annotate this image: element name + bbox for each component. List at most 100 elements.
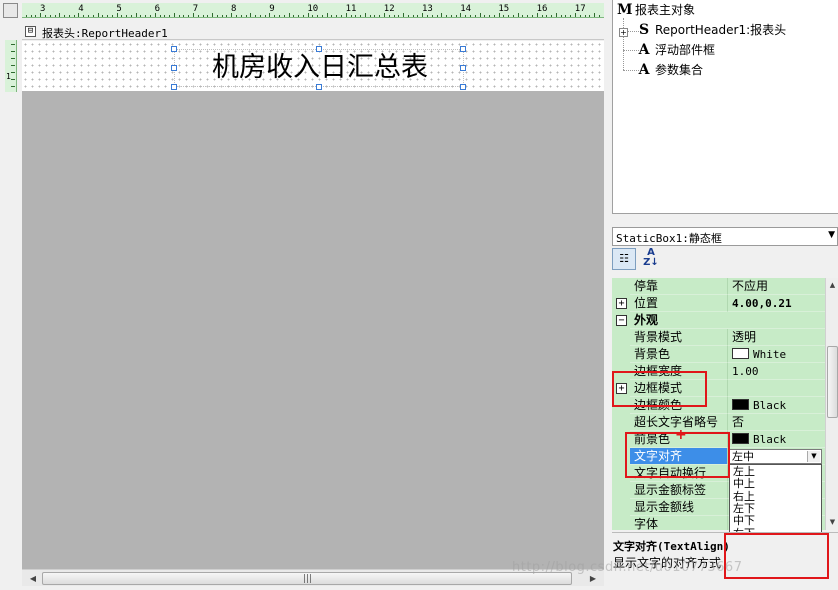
vertical-scroll-thumb[interactable] xyxy=(827,346,838,418)
ruler-number: 14 xyxy=(460,4,472,14)
scroll-up-arrow-icon[interactable]: ▲ xyxy=(827,280,838,291)
property-gutter xyxy=(612,346,630,363)
ruler-tick xyxy=(293,15,295,17)
static-box-title[interactable]: 机房收入日汇总表 xyxy=(174,49,464,87)
report-header-band[interactable]: 机房收入日汇总表 xyxy=(22,41,604,91)
property-gutter xyxy=(612,278,630,295)
design-canvas-empty-area[interactable] xyxy=(22,91,604,569)
expand-icon[interactable]: + xyxy=(616,298,627,309)
align-option[interactable]: 中上 xyxy=(731,478,820,490)
property-value[interactable] xyxy=(727,380,825,397)
property-row[interactable]: 背景模式 透明 xyxy=(612,329,825,346)
ruler-tick xyxy=(407,15,409,17)
property-gutter: + xyxy=(612,295,630,312)
ruler-tick xyxy=(11,86,15,87)
scroll-grip: ||| xyxy=(303,574,313,584)
ruler-tick xyxy=(11,44,15,45)
ruler-number: 12 xyxy=(383,4,395,14)
ruler-tick xyxy=(589,15,591,17)
ruler-tick xyxy=(44,15,46,17)
ruler-tick xyxy=(126,15,128,17)
ruler-tick xyxy=(374,15,376,17)
object-selector-dropdown[interactable]: StaticBox1:静态框 ▼ xyxy=(612,227,838,246)
property-row[interactable]: 超长文字省略号否 xyxy=(612,414,825,431)
align-option[interactable]: 左上 xyxy=(731,466,820,478)
tree-node-parameters[interactable]: A 参数集合 xyxy=(637,61,703,79)
tree-node-report-header[interactable]: S ReportHeader1:报表头 xyxy=(637,21,786,39)
scroll-down-arrow-icon[interactable]: ▼ xyxy=(827,517,838,528)
horizontal-scroll-thumb[interactable]: ||| xyxy=(42,572,572,585)
property-gutter xyxy=(612,482,630,499)
ruler-tick xyxy=(388,15,390,17)
ruler-tick xyxy=(336,15,338,17)
property-row[interactable]: − 外观 xyxy=(612,312,825,329)
report-title-text: 机房收入日汇总表 xyxy=(212,52,428,83)
ruler-tick xyxy=(226,15,228,17)
property-name: 背景色 xyxy=(630,346,727,363)
property-row[interactable]: 停靠 不应用 xyxy=(612,278,825,295)
ruler-number: 7 xyxy=(192,4,199,14)
categorized-view-button[interactable]: ☷ xyxy=(612,248,636,270)
tree-node-main-object[interactable]: M 报表主对象 xyxy=(617,1,695,19)
tree-expand-icon[interactable]: + xyxy=(619,28,628,37)
property-row[interactable]: 背景色 White xyxy=(612,346,825,363)
resize-handle-bottom-right[interactable] xyxy=(460,84,466,90)
ruler-tick xyxy=(560,15,562,17)
property-row[interactable]: + 位置 4.00,0.21 xyxy=(612,295,825,312)
ruler-tick xyxy=(255,15,257,17)
ruler-tick xyxy=(49,15,51,17)
ruler-tick xyxy=(73,15,75,17)
ruler-tick xyxy=(11,79,15,80)
collapse-icon[interactable]: − xyxy=(616,315,627,326)
alphabetical-sort-button[interactable]: A Z↓ xyxy=(640,248,662,270)
section-collapse-icon[interactable]: ⊟ xyxy=(25,26,36,37)
ruler-tick xyxy=(469,15,471,17)
ruler-tick xyxy=(522,15,524,17)
tree-node-floating-parts[interactable]: A 浮动部件框 xyxy=(637,41,715,59)
property-value[interactable]: 否 xyxy=(727,414,825,431)
ruler-tick xyxy=(245,15,247,17)
property-value[interactable]: 1.00 xyxy=(727,363,825,380)
ruler-tick xyxy=(92,15,94,17)
resize-handle-top-left[interactable] xyxy=(171,46,177,52)
ruler-number: 3 xyxy=(40,4,46,14)
chevron-down-icon[interactable]: ▼ xyxy=(807,451,820,462)
resize-handle-top-right[interactable] xyxy=(460,46,466,52)
ruler-tick xyxy=(54,15,56,17)
ruler-tick xyxy=(197,15,199,17)
property-value[interactable]: 透明 xyxy=(727,329,825,346)
ruler-tick xyxy=(403,13,405,17)
property-value[interactable]: 4.00,0.21 xyxy=(727,295,825,312)
color-name: Black xyxy=(753,433,787,446)
align-option[interactable]: 左下 xyxy=(731,503,820,515)
ruler-tick xyxy=(512,15,514,17)
resize-handle-middle-right[interactable] xyxy=(460,65,466,71)
ruler-tick xyxy=(426,15,428,17)
ruler-tick xyxy=(216,15,218,17)
scroll-left-arrow-icon[interactable]: ◀ xyxy=(26,572,40,585)
property-grid-scrollbar[interactable]: ▲ ▼ xyxy=(825,278,838,530)
ruler-tick xyxy=(121,15,123,17)
property-value[interactable]: Black xyxy=(727,431,825,448)
resize-handle-top-middle[interactable] xyxy=(316,46,322,52)
ruler-tick xyxy=(508,15,510,17)
section-header-bar[interactable]: ⊟ 报表头:ReportHeader1 xyxy=(22,23,604,40)
resize-handle-middle-left[interactable] xyxy=(171,65,177,71)
section-icon: S xyxy=(638,22,650,38)
chevron-down-icon[interactable]: ▼ xyxy=(828,230,835,240)
ruler-tick xyxy=(493,15,495,17)
align-option[interactable]: 右上 xyxy=(731,491,820,503)
align-option[interactable]: 中下 xyxy=(731,515,820,527)
text-align-combobox[interactable]: 左中 ▼ xyxy=(729,449,822,464)
text-align-current-value: 左中 xyxy=(732,450,754,463)
property-value[interactable]: Black xyxy=(727,397,825,414)
ruler-tick xyxy=(240,15,242,17)
ruler-tick xyxy=(35,15,37,17)
categorized-icon: ☷ xyxy=(619,252,629,265)
property-value[interactable]: 不应用 xyxy=(727,278,825,295)
property-value[interactable]: White xyxy=(727,346,825,363)
resize-handle-bottom-left[interactable] xyxy=(171,84,177,90)
resize-handle-bottom-middle[interactable] xyxy=(316,84,322,90)
alphabetical-sort-icon: A Z↓ xyxy=(643,247,659,268)
main-object-icon: M xyxy=(617,2,633,18)
